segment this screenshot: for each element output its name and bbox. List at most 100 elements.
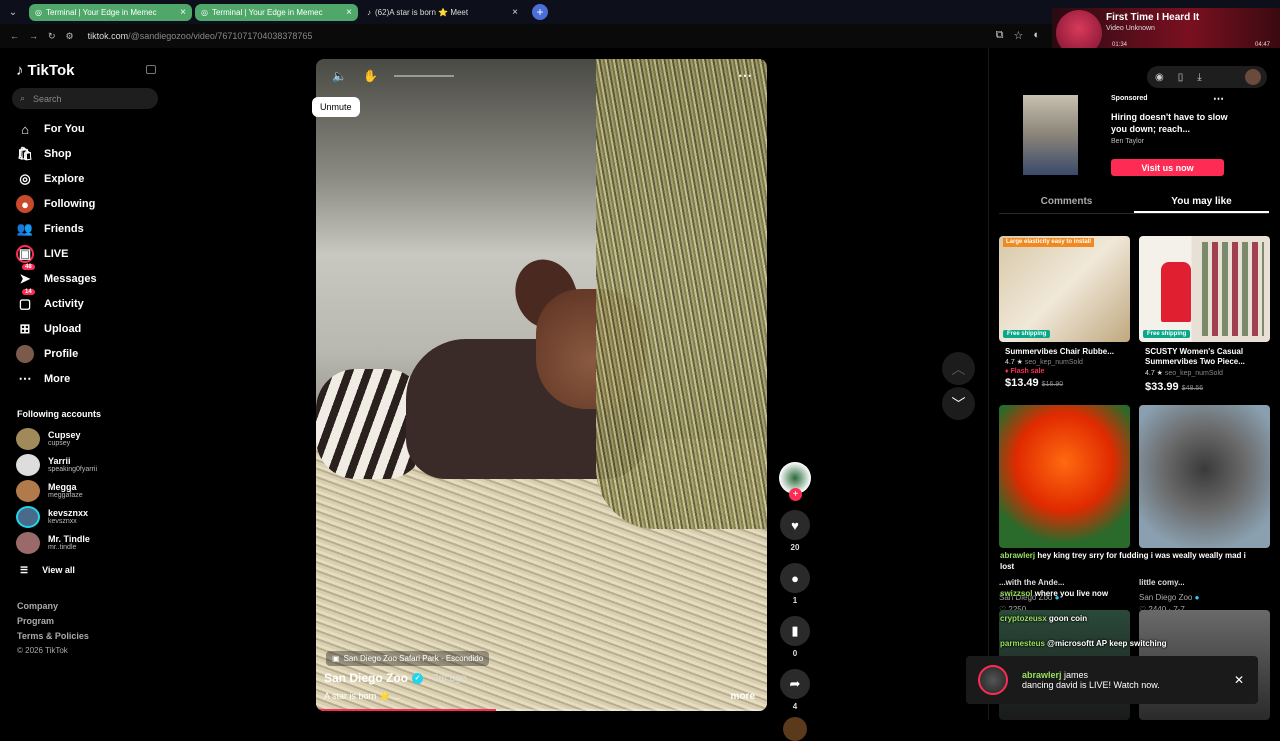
nav-label: Shop <box>44 148 72 160</box>
nav-friends[interactable]: 👥 Friends <box>16 220 84 238</box>
account-item[interactable]: Megga meggafaze <box>16 480 83 502</box>
caption-more-button[interactable]: more <box>731 691 755 702</box>
product-card[interactable]: Large elasticity easy to install Free sh… <box>999 236 1130 389</box>
account-item[interactable]: Mr. Tindle mr..tindle <box>16 532 90 554</box>
like-button[interactable]: ♥ <box>780 510 810 540</box>
account-handle: cupsey <box>48 440 71 447</box>
nav-more[interactable]: ⋯ More <box>16 370 71 388</box>
extension-icon[interactable]: ◐ <box>1033 29 1040 42</box>
nav-label: Activity <box>44 298 84 310</box>
product-rating: 4.7 <box>1145 370 1155 377</box>
video-frame-hay-top <box>596 59 767 529</box>
product-image: Large elasticity easy to install Free sh… <box>999 236 1130 342</box>
product-name: Summervibes Chair Rubbe... <box>1005 347 1114 356</box>
collapse-sidebar-icon[interactable] <box>146 65 156 74</box>
account-name: Cupsey <box>48 430 81 440</box>
avatar <box>16 454 40 476</box>
search-input[interactable]: ⌕ Search <box>12 88 158 109</box>
forward-icon[interactable]: → <box>29 31 38 41</box>
account-item[interactable]: Cupsey cupsey <box>16 428 81 450</box>
browser-tab[interactable]: ◎ Terminal | Your Edge in Memec × <box>195 3 358 21</box>
tab-search-icon[interactable]: ⌄ <box>0 0 26 24</box>
nav-label: Friends <box>44 223 84 235</box>
nav-activity[interactable]: ▢ 14 Activity <box>16 289 84 313</box>
panel-tabs: Comments You may like <box>999 192 1269 214</box>
view-all-button[interactable]: ☰ View all <box>20 565 75 576</box>
nav-shop[interactable]: 🛍 Shop <box>16 145 72 163</box>
interaction-hand-icon[interactable]: ✋ <box>363 69 378 83</box>
creator-avatar[interactable]: + <box>779 462 811 501</box>
comment-button[interactable]: ● <box>780 563 810 593</box>
close-tab-icon[interactable]: × <box>180 7 186 18</box>
live-notification-toast[interactable]: abrawlerj james dancing david is LIVE! W… <box>966 656 1258 704</box>
chevron-down-icon: ﹀ <box>951 395 966 412</box>
logo-text: TikTok <box>27 62 75 79</box>
share-count: 4 <box>792 702 798 711</box>
nav-following[interactable]: ● Following <box>16 195 95 213</box>
like-count: 20 <box>790 543 800 552</box>
ad-more-icon[interactable]: ⋯ <box>1213 92 1224 105</box>
eye-icon[interactable]: ◉ <box>1155 72 1164 83</box>
account-item[interactable]: Yarrii speaking0fyarrii <box>16 454 97 476</box>
url-path: /@sandiegozoo/video/7671071704038378765 <box>128 31 313 41</box>
browser-tab-active[interactable]: ♪ (62)A star is born ⭐ Meet × <box>361 4 524 21</box>
author-name: San Diego Zoo <box>324 671 408 685</box>
following-accounts-title: Following accounts <box>17 409 102 419</box>
tab-comments[interactable]: Comments <box>999 192 1134 213</box>
reload-icon[interactable]: ↻ <box>48 31 56 42</box>
nav-explore[interactable]: ◎ Explore <box>16 170 84 188</box>
video-card[interactable] <box>999 405 1130 548</box>
ad-image[interactable] <box>1023 95 1078 175</box>
footer-company-link[interactable]: Company <box>17 601 58 611</box>
nav-upload[interactable]: ⊞ Upload <box>16 320 82 338</box>
install-app-icon[interactable]: ⧉ <box>996 29 1004 42</box>
live-icon: ▣ <box>16 245 34 263</box>
share-button[interactable]: ➦ <box>780 669 810 699</box>
close-icon[interactable]: ✕ <box>1234 673 1244 687</box>
url-field[interactable]: tiktok.com/@sandiegozoo/video/7671071704… <box>88 31 313 41</box>
volume-icon[interactable]: 🔈 <box>332 69 347 83</box>
video-progress-bar[interactable] <box>316 709 767 711</box>
nav-messages[interactable]: ➤ 48 Messages <box>16 264 97 288</box>
follow-plus-icon[interactable]: + <box>789 488 802 501</box>
next-video-button[interactable]: ﹀ <box>942 387 975 420</box>
download-icon[interactable]: ⤓ <box>1197 72 1201 83</box>
tab-you-may-like[interactable]: You may like <box>1134 192 1269 213</box>
account-item[interactable]: kevsznxx kevsznxx <box>16 506 88 528</box>
ad-cta-button[interactable]: Visit us now <box>1111 159 1224 176</box>
volume-slider[interactable] <box>393 75 454 77</box>
previous-video-button[interactable]: ︿ <box>942 352 975 385</box>
back-icon[interactable]: ← <box>10 31 19 41</box>
bookmark-star-icon[interactable]: ☆ <box>1013 29 1023 42</box>
video-card[interactable] <box>1139 405 1270 548</box>
site-info-icon[interactable]: ⚙ <box>66 31 74 42</box>
video-author[interactable]: San Diego Zoo ✓ · 2m ago <box>324 671 466 685</box>
nav-profile[interactable]: Profile <box>16 345 78 363</box>
account-name: Mr. Tindle <box>48 534 90 544</box>
footer-terms-link[interactable]: Terms & Policies <box>17 631 89 641</box>
product-card[interactable]: Free shipping SCUSTY Women's Casual Summ… <box>1139 236 1270 393</box>
video-more-options-icon[interactable]: ⋯ <box>738 67 753 84</box>
nav-label: Explore <box>44 173 85 185</box>
ad-title[interactable]: Hiring doesn't have to slow you down; re… <box>1111 111 1229 135</box>
bookmark-icon: ▮ <box>791 623 799 638</box>
sidebar: ♪ TikTok ⌕ Search ⌂ For You 🛍 Shop ◎ Explor… <box>0 48 165 720</box>
footer-program-link[interactable]: Program <box>17 616 54 626</box>
new-tab-button[interactable]: + <box>532 4 548 20</box>
video-player[interactable]: 🔈 ✋ ⋯ ▣ San Diego Zoo Safari Park - Esco… <box>316 59 767 711</box>
phone-icon[interactable]: ▯ <box>1178 72 1184 83</box>
nav-live[interactable]: ▣ LIVE <box>16 245 68 263</box>
tiktok-logo[interactable]: ♪ TikTok <box>16 62 74 79</box>
close-tab-icon[interactable]: × <box>512 7 518 18</box>
sound-disc[interactable] <box>783 717 807 741</box>
user-avatar[interactable] <box>1245 69 1261 85</box>
video-card-title: ...with the Ande... <box>999 578 1065 587</box>
close-tab-icon[interactable]: × <box>346 7 352 18</box>
search-icon: ⌕ <box>20 93 26 103</box>
video-caption: A star is born ⭐ ... <box>324 691 401 701</box>
chat-username: cryptozeusx <box>1000 614 1047 623</box>
nav-for-you[interactable]: ⌂ For You <box>16 120 84 138</box>
browser-tab[interactable]: ◎ Terminal | Your Edge in Memec × <box>29 3 192 21</box>
location-chip[interactable]: ▣ San Diego Zoo Safari Park - Escondido <box>326 651 490 666</box>
save-button[interactable]: ▮ <box>780 616 810 646</box>
